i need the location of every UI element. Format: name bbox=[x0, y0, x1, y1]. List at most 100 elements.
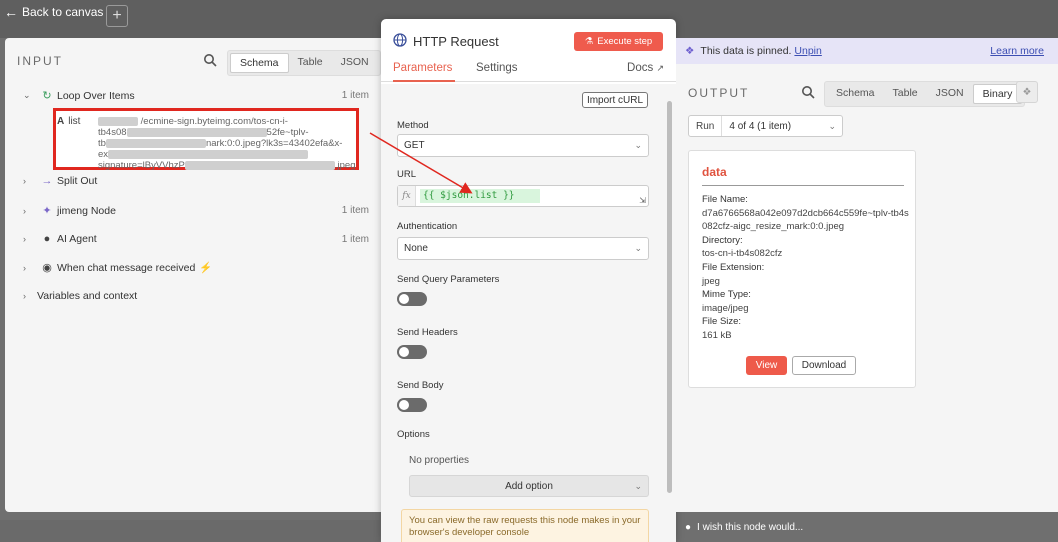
tree-item-loop-over-items[interactable]: ⌄ ↻ Loop Over Items 1 item bbox=[23, 89, 369, 103]
tab-schema[interactable]: Schema bbox=[230, 53, 289, 73]
tab-table[interactable]: Table bbox=[884, 84, 927, 104]
back-to-canvas-link[interactable]: ← Back to canvas bbox=[4, 4, 103, 20]
learn-more-link[interactable]: Learn more bbox=[990, 45, 1044, 57]
authentication-select[interactable]: None ⌄ bbox=[397, 237, 649, 260]
binary-data-card: data File Name: d7a6766568a042e097d2dcb6… bbox=[688, 150, 916, 388]
chevron-right-icon: › bbox=[23, 176, 26, 186]
chevron-down-icon: ⌄ bbox=[634, 243, 642, 253]
run-select[interactable]: Run 4 of 4 (1 item) ⌄ bbox=[688, 115, 843, 137]
execute-label: Execute step bbox=[597, 36, 653, 47]
input-view-switch: Schema Table JSON bbox=[227, 50, 381, 76]
expand-icon[interactable]: ⇲ bbox=[639, 196, 646, 205]
send-query-toggle[interactable] bbox=[397, 292, 427, 306]
parameters-panel: Import cURL Method GET ⌄ URL fx {{ $json.… bbox=[381, 84, 676, 542]
refresh-icon: ↻ bbox=[42, 90, 52, 102]
add-node-button[interactable]: + bbox=[106, 5, 128, 27]
list-field-value: /ecmine-sign.byteimg.com/tos-cn-i- tb4s0… bbox=[98, 116, 356, 171]
chevron-down-icon: ⌄ bbox=[634, 140, 642, 150]
tree-item-label: When chat message received bbox=[57, 261, 196, 274]
send-query-label: Send Query Parameters bbox=[397, 274, 500, 285]
tree-item-variables[interactable]: › Variables and context bbox=[23, 290, 369, 302]
feedback-link[interactable]: ● I wish this node would... bbox=[685, 522, 803, 533]
output-title: OUTPUT bbox=[688, 86, 750, 100]
execute-step-button[interactable]: ⚗ Execute step bbox=[574, 32, 663, 51]
chevron-down-icon: ⌄ bbox=[828, 120, 836, 131]
send-body-toggle[interactable] bbox=[397, 398, 427, 412]
divider bbox=[702, 185, 904, 186]
tab-parameters[interactable]: Parameters bbox=[393, 62, 455, 82]
robot-icon: ● bbox=[43, 233, 51, 245]
arrow-left-icon: ← bbox=[4, 4, 18, 20]
split-icon: → bbox=[41, 175, 53, 187]
add-option-button[interactable]: Add option ⌄ bbox=[409, 475, 649, 497]
wish-text: I wish this node would... bbox=[697, 522, 804, 533]
pin-icon: ❖ bbox=[685, 45, 695, 57]
expression-icon: fx bbox=[398, 186, 416, 206]
docs-link[interactable]: Docs ↗ bbox=[627, 62, 664, 74]
tab-json[interactable]: JSON bbox=[332, 53, 378, 73]
lightning-icon: ⚡ bbox=[199, 262, 213, 274]
chevron-right-icon: › bbox=[23, 262, 26, 273]
chevron-right-icon: › bbox=[23, 234, 26, 244]
authentication-label: Authentication bbox=[397, 221, 458, 232]
tree-item-jimeng-node[interactable]: › ✦ jimeng Node 1 item bbox=[23, 204, 369, 218]
pinned-banner: ❖ This data is pinned. Unpin Learn more bbox=[676, 38, 1058, 64]
tree-item-label: AI Agent bbox=[57, 233, 97, 245]
chevron-right-icon: › bbox=[23, 291, 26, 301]
download-button[interactable]: Download bbox=[792, 356, 856, 375]
run-label: Run bbox=[689, 116, 723, 136]
chat-icon: ◉ bbox=[42, 262, 52, 274]
tree-item-label: Variables and context bbox=[37, 290, 138, 302]
tree-item-ai-agent[interactable]: › ● AI Agent 1 item bbox=[23, 233, 369, 245]
search-icon[interactable] bbox=[203, 53, 217, 67]
modal-title: HTTP Request bbox=[413, 34, 499, 49]
search-icon[interactable] bbox=[801, 85, 815, 99]
string-type-icon: A bbox=[57, 116, 65, 127]
tree-item-label: Split Out bbox=[57, 175, 98, 187]
tab-schema[interactable]: Schema bbox=[827, 84, 884, 104]
no-properties-text: No properties bbox=[409, 455, 470, 466]
plus-icon: + bbox=[112, 7, 122, 24]
directory-value: tos-cn-i-tb4s082cfz bbox=[702, 248, 783, 260]
extension-value: jpeg bbox=[702, 275, 720, 287]
file-name-value: d7a6766568a042e097d2dcb664c559fe~tplv-tb… bbox=[702, 207, 909, 233]
output-panel: ❖ This data is pinned. Unpin Learn more … bbox=[676, 38, 1058, 512]
tab-settings[interactable]: Settings bbox=[476, 62, 518, 82]
send-headers-label: Send Headers bbox=[397, 327, 458, 338]
tree-item-chat-trigger[interactable]: › ◉ When chat message received ⚡ bbox=[23, 261, 369, 275]
item-count: 1 item bbox=[341, 90, 369, 101]
external-link-icon: ↗ bbox=[656, 63, 664, 73]
chevron-down-icon: ⌄ bbox=[634, 481, 642, 491]
tab-table[interactable]: Table bbox=[289, 53, 332, 73]
chevron-down-icon: ⌄ bbox=[23, 90, 31, 100]
modal-header: HTTP Request ⚗ Execute step bbox=[381, 19, 676, 63]
list-field-key[interactable]: A list bbox=[57, 116, 80, 127]
wand-icon: ✦ bbox=[42, 205, 52, 217]
canvas-bottom-strip bbox=[0, 520, 380, 542]
tree-item-split-out[interactable]: › → Split Out bbox=[23, 175, 369, 187]
binary-metadata: File Name: d7a6766568a042e097d2dcb664c55… bbox=[702, 193, 912, 343]
run-value: 4 of 4 (1 item) bbox=[729, 120, 792, 132]
send-headers-toggle[interactable] bbox=[397, 345, 427, 359]
import-curl-button[interactable]: Import cURL bbox=[582, 92, 648, 108]
unpin-link[interactable]: Unpin bbox=[794, 45, 821, 57]
view-button[interactable]: View bbox=[746, 356, 787, 375]
tab-binary[interactable]: Binary bbox=[972, 84, 1023, 104]
binary-key: data bbox=[702, 165, 727, 179]
http-request-modal: HTTP Request ⚗ Execute step Parameters S… bbox=[381, 19, 676, 542]
developer-console-notice: You can view the raw requests this node … bbox=[401, 509, 649, 542]
modal-scrollbar[interactable] bbox=[667, 101, 672, 493]
lightbulb-icon: ● bbox=[685, 522, 692, 533]
input-title: INPUT bbox=[17, 54, 63, 68]
modal-tabs: Parameters Settings Docs ↗ bbox=[381, 62, 676, 82]
method-label: Method bbox=[397, 120, 429, 131]
method-select[interactable]: GET ⌄ bbox=[397, 134, 649, 157]
item-count: 1 item bbox=[341, 205, 369, 216]
tab-json[interactable]: JSON bbox=[927, 84, 973, 104]
mime-value: image/jpeg bbox=[702, 302, 749, 314]
tree-item-label: Loop Over Items bbox=[57, 89, 135, 102]
url-input[interactable]: fx {{ $json.list }} ⇲ bbox=[397, 185, 649, 207]
pin-icon: ❖ bbox=[1022, 86, 1032, 98]
pin-data-button[interactable]: ❖ bbox=[1016, 81, 1038, 103]
send-body-label: Send Body bbox=[397, 380, 444, 391]
